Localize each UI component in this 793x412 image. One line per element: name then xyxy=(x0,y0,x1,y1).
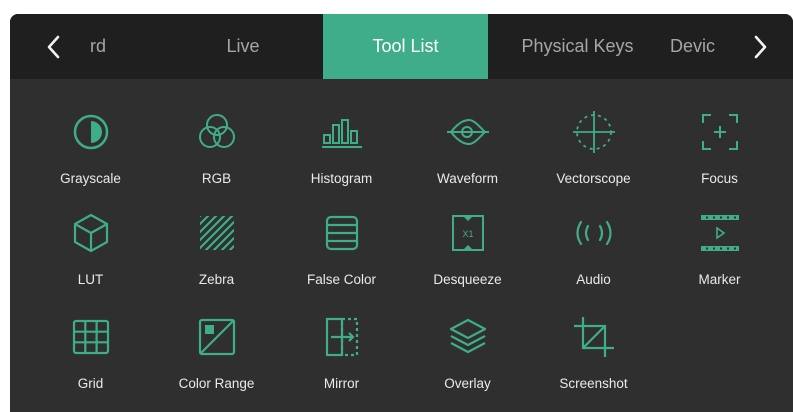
tab-tool-list[interactable]: Tool List xyxy=(323,14,488,79)
overlay-icon xyxy=(445,314,491,360)
tool-label: Color Range xyxy=(178,376,255,391)
tool-false-color[interactable]: False Color xyxy=(284,180,399,287)
tab-bar: rd Live Tool List Physical Keys Devic xyxy=(10,14,793,79)
screenshot-icon xyxy=(571,314,617,360)
tool-screenshot[interactable]: Screenshot xyxy=(536,284,651,391)
tool-rgb[interactable]: RGB xyxy=(159,79,274,186)
tool-label: Overlay xyxy=(444,376,491,391)
tool-label: Mirror xyxy=(323,376,360,391)
tool-label: Grid xyxy=(77,376,104,391)
vectorscope-icon xyxy=(571,109,617,155)
tool-marker[interactable]: Marker xyxy=(662,180,777,287)
tool-audio[interactable]: Audio xyxy=(536,180,651,287)
desqueeze-icon: X1 xyxy=(445,210,491,256)
tool-overlay[interactable]: Overlay xyxy=(410,284,525,391)
tool-waveform[interactable]: Waveform xyxy=(410,79,525,186)
audio-icon xyxy=(571,210,617,256)
color-range-icon xyxy=(194,314,240,360)
tool-grid[interactable]: Grid xyxy=(33,284,148,391)
lut-icon xyxy=(68,210,114,256)
tool-color-range[interactable]: Color Range xyxy=(159,284,274,391)
svg-text:X1: X1 xyxy=(462,229,473,239)
tool-label: Screenshot xyxy=(559,376,628,391)
marker-icon xyxy=(697,210,743,256)
rgb-icon xyxy=(194,109,240,155)
zebra-icon xyxy=(194,210,240,256)
tool-focus[interactable]: Focus xyxy=(662,79,777,186)
tool-histogram[interactable]: Histogram xyxy=(284,79,399,186)
tool-lut[interactable]: LUT xyxy=(33,180,148,287)
tool-grayscale[interactable]: Grayscale xyxy=(33,79,148,186)
false-color-icon xyxy=(319,210,365,256)
tool-mirror[interactable]: Mirror xyxy=(284,284,399,391)
focus-icon xyxy=(697,109,743,155)
tab-live[interactable]: Live xyxy=(188,14,298,79)
tab-physical-keys[interactable]: Physical Keys xyxy=(500,14,655,79)
grayscale-icon xyxy=(68,109,114,155)
tab-device[interactable]: Devic xyxy=(670,14,732,79)
waveform-icon xyxy=(445,109,491,155)
chevron-left-icon[interactable] xyxy=(32,14,76,79)
grid-icon xyxy=(68,314,114,360)
chevron-right-icon[interactable] xyxy=(738,14,782,79)
tool-zebra[interactable]: Zebra xyxy=(159,180,274,287)
histogram-icon xyxy=(319,109,365,155)
tool-label: Marker xyxy=(698,272,741,287)
mirror-icon xyxy=(319,314,365,360)
tab-dashboard[interactable]: rd xyxy=(78,14,118,79)
tool-desqueeze[interactable]: X1 Desqueeze xyxy=(410,180,525,287)
tool-list-screen: rd Live Tool List Physical Keys Devic Gr… xyxy=(10,14,793,412)
tool-vectorscope[interactable]: Vectorscope xyxy=(536,79,651,186)
